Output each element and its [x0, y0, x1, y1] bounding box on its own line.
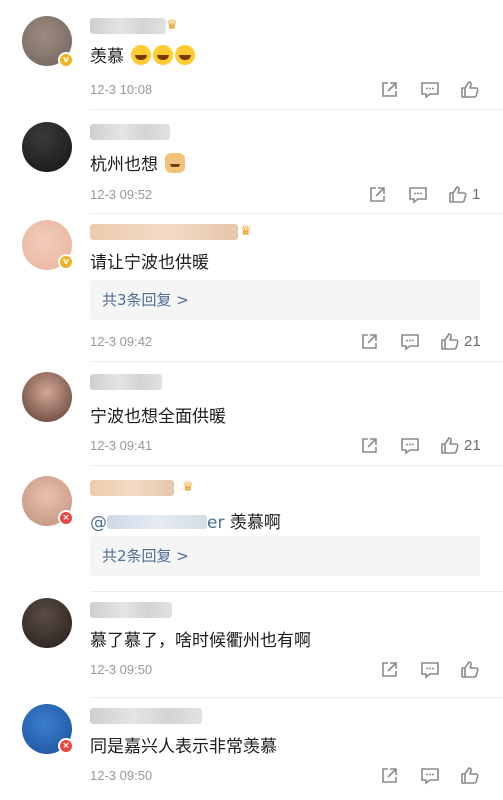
comment-icon — [421, 768, 439, 785]
share-icon — [362, 334, 377, 349]
crown-icon: ♛ — [166, 18, 178, 33]
share-icon — [370, 187, 385, 202]
comment-icon — [401, 438, 419, 455]
timestamp: 12-3 09:50 — [90, 662, 153, 677]
comment-icon — [421, 662, 439, 679]
comment-button[interactable] — [400, 436, 420, 456]
timestamp: 12-3 09:42 — [90, 334, 153, 349]
repost-button[interactable] — [380, 766, 398, 786]
comment-text: 宁波也想全面供暖 — [90, 407, 226, 427]
comment-item: v ♛ 羡慕 12-3 10:08 — [0, 0, 503, 110]
crying-emoji-icon — [153, 45, 174, 65]
like-button[interactable] — [460, 765, 480, 785]
username-blurred[interactable] — [90, 18, 166, 34]
username-blurred[interactable] — [90, 480, 174, 496]
comment-item: 慕了慕了，啥时候衢州也有啊 12-3 09:50 — [0, 592, 503, 698]
comment-button[interactable] — [420, 766, 440, 786]
comment-text-content: 杭州也想 — [90, 155, 158, 175]
comment-button[interactable] — [408, 185, 428, 205]
view-replies-button[interactable]: 共2条回复 > — [90, 536, 480, 576]
comment-item: 杭州也想 12-3 09:52 1 — [0, 110, 503, 214]
avatar[interactable] — [22, 372, 72, 422]
like-count: 21 — [464, 332, 481, 350]
repost-button[interactable] — [360, 436, 378, 456]
thumb-up-icon — [441, 436, 459, 454]
doge-emoji-icon — [165, 153, 186, 173]
comment-item: 宁波也想全面供暖 12-3 09:41 21 — [0, 362, 503, 466]
comment-text: 慕了慕了，啥时候衢州也有啊 — [90, 631, 311, 651]
comment-item: v ♛ 请让宁波也供暖 共3条回复 > 12-3 09:42 21 — [0, 214, 503, 362]
like-button[interactable] — [460, 659, 480, 679]
avatar[interactable] — [22, 122, 72, 172]
thumb-up-icon — [461, 80, 479, 98]
status-badge-icon: × — [58, 738, 74, 754]
share-icon — [382, 662, 397, 677]
comment-button[interactable] — [400, 332, 420, 352]
comment-item: × ♛ @ er 羡慕啊 共2条回复 > — [0, 466, 503, 592]
thumb-up-icon — [449, 185, 467, 203]
mention-suffix[interactable]: er — [207, 513, 224, 533]
share-icon — [382, 82, 397, 97]
username-blurred[interactable] — [90, 374, 162, 390]
timestamp: 12-3 09:50 — [90, 768, 153, 783]
timestamp: 12-3 10:08 — [90, 82, 153, 97]
repost-button[interactable] — [380, 80, 398, 100]
like-count: 21 — [464, 436, 481, 454]
like-count: 1 — [472, 185, 481, 203]
comment-button[interactable] — [420, 660, 440, 680]
comment-text: 羡慕 — [90, 42, 196, 67]
comment-icon — [421, 82, 439, 99]
verified-badge-icon: v — [58, 254, 74, 270]
like-button[interactable]: 21 — [440, 331, 481, 351]
comment-button[interactable] — [420, 80, 440, 100]
status-badge-icon: × — [58, 510, 74, 526]
repost-button[interactable] — [380, 660, 398, 680]
comment-item: × 同是嘉兴人表示非常羡慕 12-3 09:50 — [0, 698, 503, 800]
crying-emoji-icon — [175, 45, 196, 65]
thumb-up-icon — [441, 332, 459, 350]
view-replies-button[interactable]: 共3条回复 > — [90, 280, 480, 320]
comment-icon — [401, 334, 419, 351]
crown-icon: ♛ — [182, 480, 194, 495]
username-blurred[interactable] — [90, 602, 172, 618]
comment-text: 同是嘉兴人表示非常羡慕 — [90, 737, 277, 757]
like-button[interactable]: 1 — [448, 184, 480, 204]
comment-text: 杭州也想 — [90, 150, 186, 175]
mention-prefix[interactable]: @ — [90, 513, 107, 533]
comment-text-content: 羡慕 — [90, 47, 124, 67]
verified-badge-icon: v — [58, 52, 74, 68]
comment-icon — [409, 187, 427, 204]
crown-icon: ♛ — [240, 224, 252, 239]
thumb-up-icon — [461, 660, 479, 678]
share-icon — [362, 438, 377, 453]
repost-button[interactable] — [360, 332, 378, 352]
avatar[interactable] — [22, 598, 72, 648]
like-button[interactable] — [460, 79, 480, 99]
comment-text-content: 羡慕啊 — [229, 513, 281, 533]
repost-button[interactable] — [368, 185, 386, 205]
username-blurred[interactable] — [90, 224, 238, 240]
username-blurred[interactable] — [90, 708, 202, 724]
share-icon — [382, 768, 397, 783]
mention-blurred[interactable] — [107, 515, 207, 529]
comment-text: @ er 羡慕啊 — [90, 508, 281, 533]
username-blurred[interactable] — [90, 124, 170, 140]
thumb-up-icon — [461, 766, 479, 784]
like-button[interactable]: 21 — [440, 435, 481, 455]
comment-text: 请让宁波也供暖 — [90, 253, 209, 273]
timestamp: 12-3 09:41 — [90, 438, 153, 453]
crying-emoji-icon — [131, 45, 152, 65]
timestamp: 12-3 09:52 — [90, 187, 153, 202]
